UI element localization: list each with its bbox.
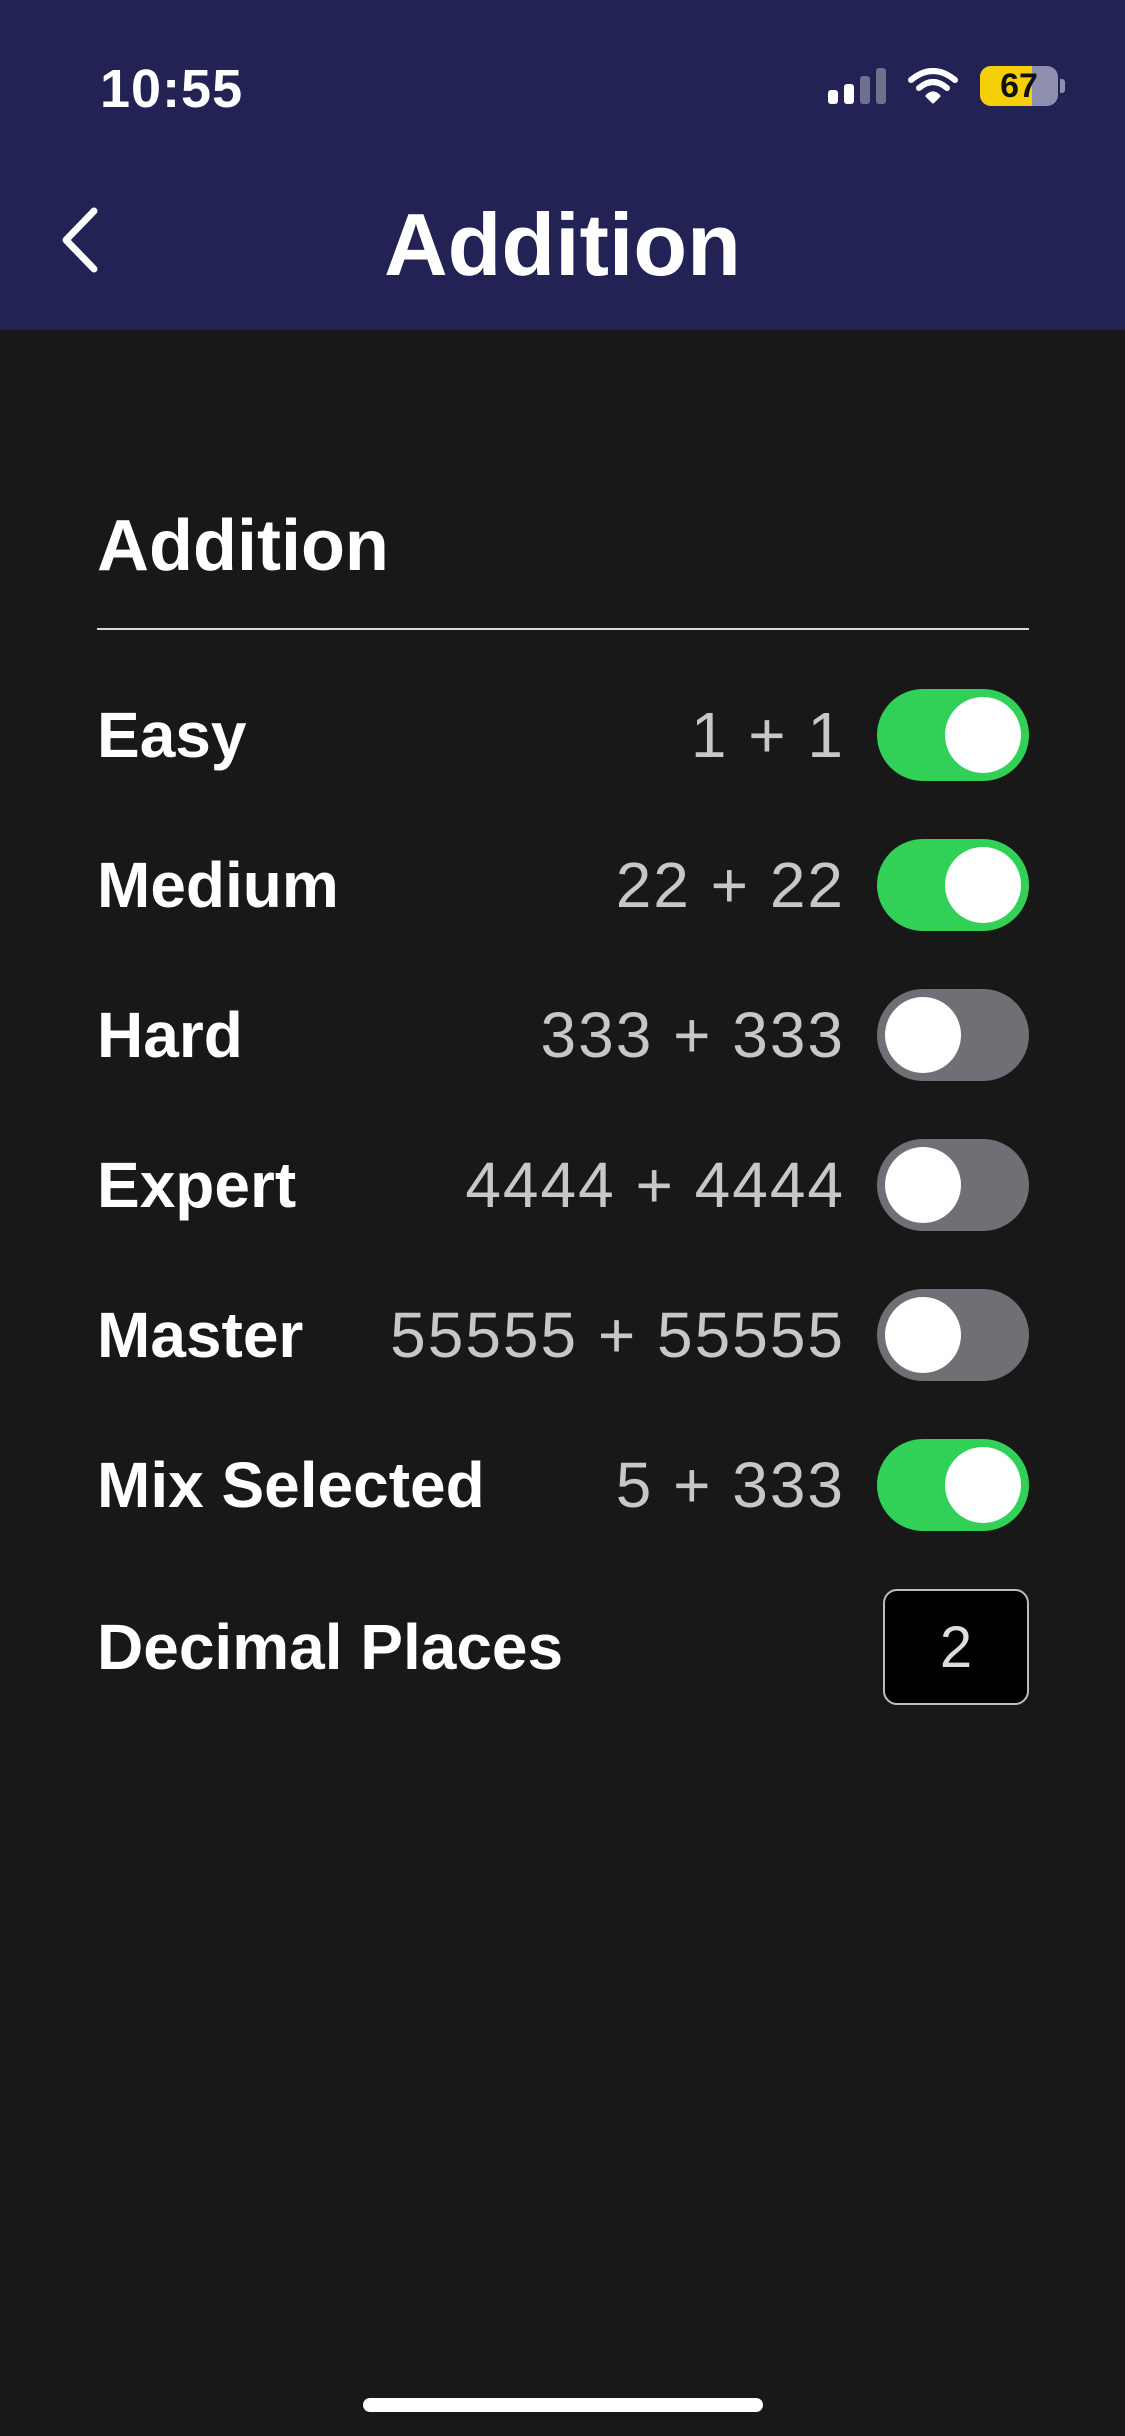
status-time: 10:55 (100, 59, 244, 119)
battery-icon: 67 (980, 66, 1058, 106)
difficulty-label: Mix Selected (97, 1449, 485, 1521)
toggle-knob (945, 847, 1021, 923)
difficulty-example: 55555 + 55555 (390, 1299, 845, 1371)
difficulty-row-expert: Expert 4444 + 4444 (97, 1135, 1029, 1235)
toggle-knob (885, 1147, 961, 1223)
decimal-places-input[interactable]: 2 (883, 1589, 1029, 1705)
difficulty-example: 5 + 333 (615, 1449, 845, 1521)
section-divider (97, 628, 1029, 630)
battery-percent: 67 (1000, 67, 1038, 105)
master-toggle[interactable] (877, 1289, 1029, 1381)
toggle-knob (885, 997, 961, 1073)
section-title: Addition (97, 506, 389, 586)
status-icons: 67 (828, 66, 1065, 106)
difficulty-label: Master (97, 1299, 304, 1371)
difficulty-example: 333 + 333 (540, 999, 845, 1071)
difficulty-row-hard: Hard 333 + 333 (97, 985, 1029, 1085)
mix-selected-toggle[interactable] (877, 1439, 1029, 1531)
toggle-knob (945, 1447, 1021, 1523)
easy-toggle[interactable] (877, 689, 1029, 781)
difficulty-row-medium: Medium 22 + 22 (97, 835, 1029, 935)
cellular-signal-icon (828, 68, 886, 104)
medium-toggle[interactable] (877, 839, 1029, 931)
difficulty-label: Easy (97, 699, 247, 771)
hard-toggle[interactable] (877, 989, 1029, 1081)
difficulty-row-mix-selected: Mix Selected 5 + 333 (97, 1435, 1029, 1535)
toggle-knob (885, 1297, 961, 1373)
difficulty-row-easy: Easy 1 + 1 (97, 685, 1029, 785)
navigation-header: 10:55 67 Addition (0, 0, 1125, 330)
page-title: Addition (384, 195, 741, 294)
difficulty-example: 22 + 22 (615, 849, 845, 921)
expert-toggle[interactable] (877, 1139, 1029, 1231)
difficulty-example: 4444 + 4444 (465, 1149, 845, 1221)
difficulty-label: Medium (97, 849, 339, 921)
difficulty-label: Expert (97, 1149, 297, 1221)
difficulty-label: Hard (97, 999, 243, 1071)
home-indicator (363, 2398, 763, 2412)
difficulty-row-master: Master 55555 + 55555 (97, 1285, 1029, 1385)
toggle-knob (945, 697, 1021, 773)
decimal-places-label: Decimal Places (97, 1611, 564, 1683)
wifi-icon (908, 68, 958, 104)
difficulty-example: 1 + 1 (690, 699, 845, 771)
decimal-places-row: Decimal Places 2 (97, 1587, 1029, 1707)
battery-nub (1060, 79, 1065, 93)
